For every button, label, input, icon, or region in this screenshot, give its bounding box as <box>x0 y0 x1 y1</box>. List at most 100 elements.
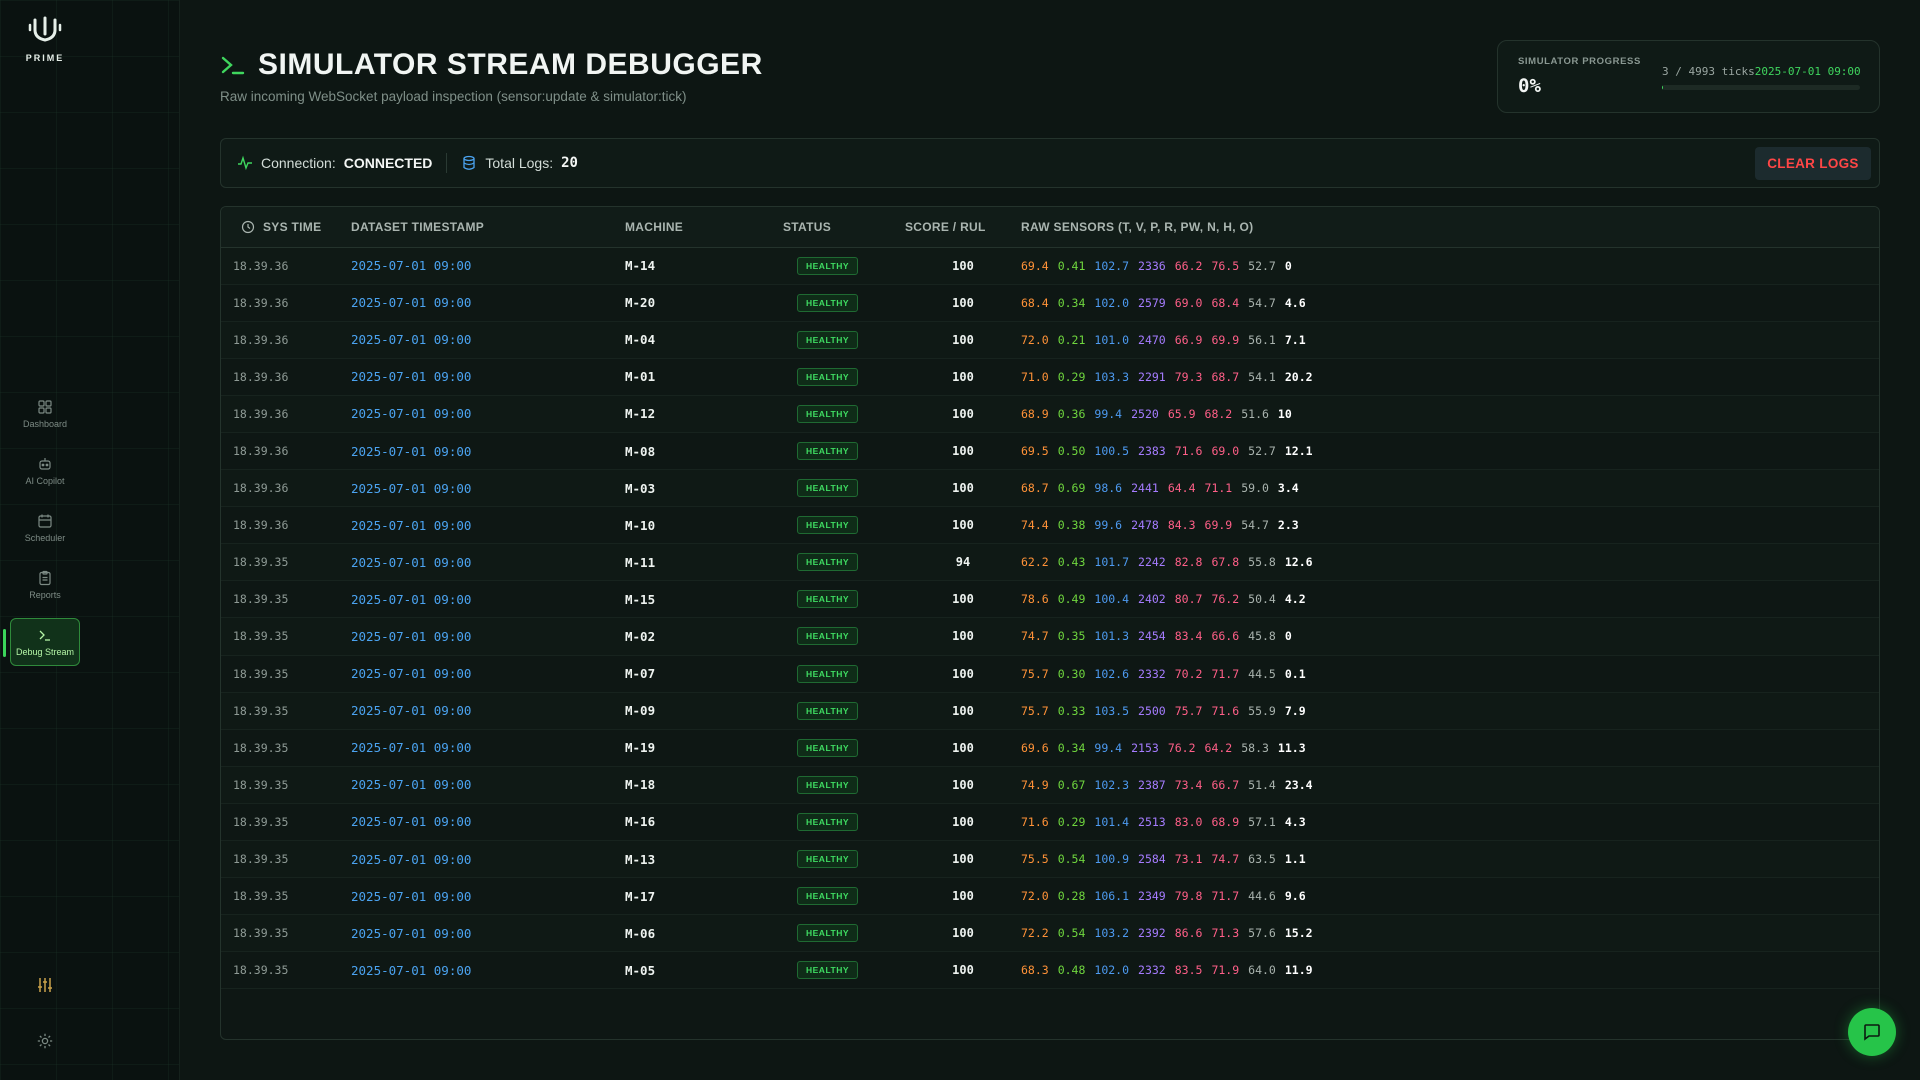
sensor-value: 11.9 <box>1284 963 1313 978</box>
table-row[interactable]: 18.39.36 2025-07-01 09:00 M-01 HEALTHY 100 71… <box>221 358 1879 396</box>
sensor-value: 102.0 <box>1094 295 1130 310</box>
sensor-value: 66.9 <box>1174 332 1203 347</box>
table-row[interactable]: 18.39.36 2025-07-01 09:00 M-14 HEALTHY 100 69… <box>221 247 1879 285</box>
sensor-value: 62.2 <box>1021 555 1049 570</box>
sensor-value: 2387 <box>1138 777 1166 792</box>
sidebar-item-reports[interactable]: Reports <box>10 561 80 609</box>
sensor-value: 1.1 <box>1284 852 1306 867</box>
sensor-value: 2402 <box>1138 592 1166 607</box>
sidebar-item-dashboard[interactable]: Dashboard <box>10 390 80 438</box>
sensor-value: 0.1 <box>1284 666 1306 681</box>
total-logs-label: Total Logs: <box>485 155 554 171</box>
log-table-body: 18.39.36 2025-07-01 09:00 M-14 HEALTHY 100 69… <box>221 247 1879 989</box>
sensor-value: 76.2 <box>1211 592 1240 607</box>
sensor-value: 68.2 <box>1204 406 1233 421</box>
sidebar-item-debug-stream[interactable]: Debug Stream <box>3 618 80 666</box>
status-badge: HEALTHY <box>797 812 859 831</box>
divider <box>446 153 448 173</box>
table-row[interactable]: 18.39.36 2025-07-01 09:00 M-20 HEALTHY 100 68… <box>221 284 1879 322</box>
chat-button[interactable] <box>1848 1008 1896 1056</box>
sensor-value: 68.4 <box>1021 295 1049 310</box>
table-row[interactable]: 18.39.35 2025-07-01 09:00 M-15 HEALTHY 100 78… <box>221 581 1879 618</box>
cell-score: 100 <box>952 592 974 607</box>
table-row[interactable]: 18.39.35 2025-07-01 09:00 M-18 HEALTHY 100 74… <box>221 766 1879 804</box>
sensor-value: 15.2 <box>1284 926 1313 941</box>
sensor-value: 66.7 <box>1211 777 1240 792</box>
database-icon <box>463 155 476 170</box>
sensor-value: 80.7 <box>1174 592 1203 607</box>
cell-raw-sensors: 75.7 0.30 102.6 2332 70.2 71.7 44.5 0.1 <box>1021 655 1879 692</box>
sensor-value: 69.4 <box>1021 258 1049 273</box>
sidebar-item-scheduler[interactable]: Scheduler <box>10 504 80 552</box>
column-header-sys-time[interactable]: SYS TIME <box>221 207 351 248</box>
table-row[interactable]: 18.39.35 2025-07-01 09:00 M-02 HEALTHY 100 74… <box>221 617 1879 656</box>
table-row[interactable]: 18.39.36 2025-07-01 09:00 M-12 HEALTHY 100 68… <box>221 395 1879 433</box>
status-badge: HEALTHY <box>797 367 859 386</box>
cell-sys-time: 18.39.35 <box>233 629 289 644</box>
sliders-icon[interactable] <box>36 976 54 994</box>
sensor-value: 76.2 <box>1167 740 1196 755</box>
sensor-value: 0.49 <box>1057 592 1086 607</box>
sensor-value: 0.43 <box>1057 555 1086 570</box>
cell-dataset-timestamp: 2025-07-01 09:00 <box>351 369 472 385</box>
cell-sys-time: 18.39.35 <box>233 703 289 718</box>
status-badge: HEALTHY <box>797 738 859 757</box>
status-badge: HEALTHY <box>797 887 859 906</box>
cell-dataset-timestamp: 2025-07-01 09:00 <box>351 962 472 978</box>
sensor-value: 0.29 <box>1057 814 1086 829</box>
sensor-value: 2500 <box>1138 703 1166 718</box>
app-name: PRIME <box>25 53 65 63</box>
column-header-machine[interactable]: MACHINE <box>625 207 783 248</box>
cell-machine: M-15 <box>625 591 656 607</box>
gear-icon[interactable] <box>36 1032 54 1050</box>
cell-status: HEALTHY <box>783 470 905 507</box>
sensor-value: 0.69 <box>1057 481 1086 496</box>
sensor-value: 101.7 <box>1094 555 1130 570</box>
table-row[interactable]: 18.39.35 2025-07-01 09:00 M-05 HEALTHY 100 68… <box>221 952 1879 989</box>
table-header-row: SYS TIME DATASET TIMESTAMP MACHINE STATU… <box>221 207 1879 248</box>
column-header-score[interactable]: SCORE / RUL <box>905 207 1021 248</box>
table-row[interactable]: 18.39.35 2025-07-01 09:00 M-16 HEALTHY 100 71… <box>221 803 1879 841</box>
chat-bubble-icon <box>1864 1024 1880 1041</box>
progress-ticks-count: 3 / 4993 ticks <box>1662 65 1755 78</box>
column-header-status[interactable]: STATUS <box>783 207 905 248</box>
cell-machine: M-04 <box>625 332 656 348</box>
status-badge: HEALTHY <box>797 479 859 498</box>
sensor-value: 101.4 <box>1094 814 1130 829</box>
table-row[interactable]: 18.39.35 2025-07-01 09:00 M-07 HEALTHY 100 75… <box>221 655 1879 693</box>
sensor-value: 99.4 <box>1094 740 1123 755</box>
table-row[interactable]: 18.39.35 2025-07-01 09:00 M-11 HEALTHY 94 62.… <box>221 543 1879 581</box>
sensor-value: 2579 <box>1138 295 1166 310</box>
sensor-value: 58.3 <box>1241 740 1269 755</box>
table-row[interactable]: 18.39.35 2025-07-01 09:00 M-09 HEALTHY 100 75… <box>221 692 1879 730</box>
cell-raw-sensors: 72.0 0.28 106.1 2349 79.8 71.7 44.6 9.6 <box>1021 878 1879 915</box>
sensor-value: 75.7 <box>1021 666 1049 681</box>
table-row[interactable]: 18.39.35 2025-07-01 09:00 M-13 HEALTHY 100 75… <box>221 840 1879 878</box>
table-row[interactable]: 18.39.35 2025-07-01 09:00 M-06 HEALTHY 100 72… <box>221 914 1879 952</box>
sidebar-item-label: Debug Stream <box>15 647 75 657</box>
cell-machine: M-02 <box>625 628 656 644</box>
sidebar-item-ai-copilot[interactable]: AI Copilot <box>10 447 80 495</box>
table-row[interactable]: 18.39.36 2025-07-01 09:00 M-04 HEALTHY 100 72… <box>221 321 1879 359</box>
table-row[interactable]: 18.39.36 2025-07-01 09:00 M-08 HEALTHY 100 69… <box>221 432 1879 470</box>
table-row[interactable]: 18.39.35 2025-07-01 09:00 M-17 HEALTHY 100 72… <box>221 878 1879 915</box>
status-badge: HEALTHY <box>797 850 859 869</box>
sensor-value: 100.5 <box>1094 444 1130 459</box>
table-row[interactable]: 18.39.35 2025-07-01 09:00 M-19 HEALTHY 100 69… <box>221 729 1879 767</box>
column-header-dataset-timestamp[interactable]: DATASET TIMESTAMP <box>351 207 625 248</box>
table-row[interactable]: 18.39.36 2025-07-01 09:00 M-10 HEALTHY 100 74… <box>221 507 1879 544</box>
status-badge: HEALTHY <box>797 516 859 535</box>
cell-score: 100 <box>952 814 974 829</box>
sensor-value: 71.9 <box>1211 963 1240 978</box>
column-header-sensors[interactable]: RAW SENSORS (T, V, P, R, PW, N, H, O) <box>1021 207 1879 248</box>
cell-status: HEALTHY <box>783 803 905 840</box>
sensor-value: 7.9 <box>1284 703 1306 718</box>
cell-score: 100 <box>952 332 974 347</box>
cell-status: HEALTHY <box>783 618 905 655</box>
sensor-value: 74.7 <box>1021 629 1049 644</box>
table-row[interactable]: 18.39.36 2025-07-01 09:00 M-03 HEALTHY 100 68… <box>221 469 1879 507</box>
app-logo[interactable]: PRIME <box>20 16 70 63</box>
clear-logs-button[interactable]: CLEAR LOGS <box>1755 147 1871 180</box>
cell-machine: M-12 <box>625 406 656 422</box>
cell-status: HEALTHY <box>783 284 905 321</box>
